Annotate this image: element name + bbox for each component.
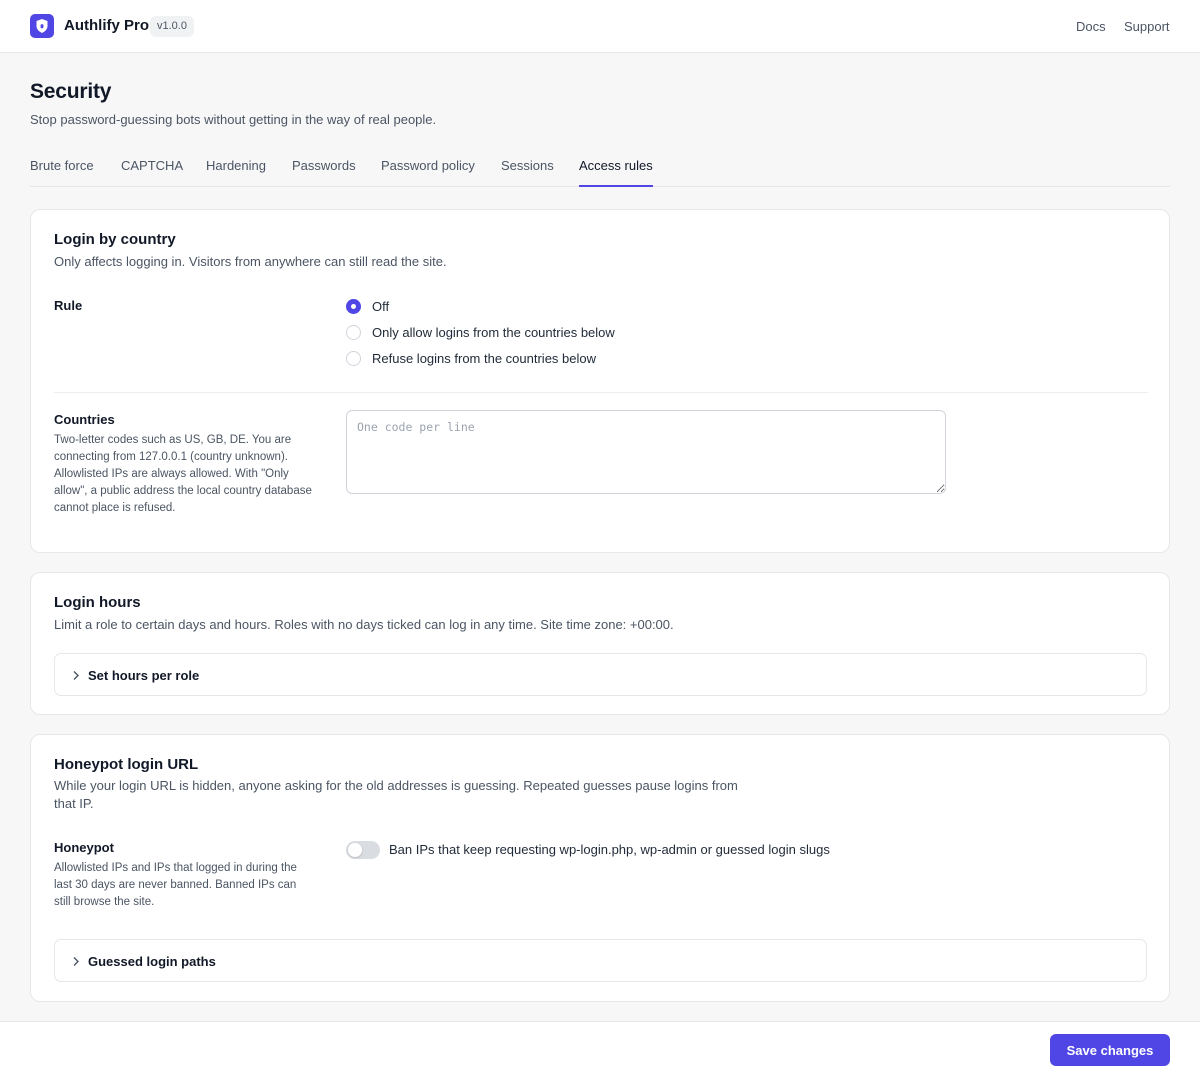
radio-button[interactable] [346, 325, 361, 340]
toggle-knob [348, 843, 362, 857]
top-bar: Authlify Pro v1.0.0 Docs Support [0, 0, 1200, 53]
tab-bar: Brute force CAPTCHA Hardening Passwords … [30, 148, 1170, 187]
login-by-country-card: Login by country Only affects logging in… [30, 209, 1170, 553]
chevron-right-icon [72, 954, 80, 972]
tab-captcha[interactable]: CAPTCHA [121, 158, 183, 187]
shield-icon [30, 14, 54, 38]
page-title: Security [30, 80, 112, 103]
app-name: Authlify Pro [64, 17, 149, 34]
countries-label: Countries [54, 412, 115, 427]
disclosure-label: Set hours per role [88, 668, 200, 683]
tab-password-policy[interactable]: Password policy [381, 158, 475, 187]
divider [54, 392, 1148, 393]
honeypot-label: Honeypot [54, 840, 114, 855]
card-title: Login hours [54, 594, 141, 611]
radio-button[interactable] [346, 299, 361, 314]
rule-label: Rule [54, 298, 83, 313]
card-description: Only affects logging in. Visitors from a… [54, 254, 447, 269]
login-hours-card: Login hours Limit a role to certain days… [30, 572, 1170, 715]
card-title: Login by country [54, 231, 176, 248]
version-badge: v1.0.0 [150, 16, 194, 37]
tab-access-rules[interactable]: Access rules [579, 158, 653, 187]
radio-label: Off [372, 299, 390, 314]
countries-input[interactable] [346, 410, 946, 494]
tab-hardening[interactable]: Hardening [206, 158, 266, 187]
honeypot-card: Honeypot login URL While your login URL … [30, 734, 1170, 1002]
tab-brute-force[interactable]: Brute force [30, 158, 94, 187]
radio-label: Only allow logins from the countries bel… [372, 325, 615, 340]
save-changes-button[interactable]: Save changes [1050, 1034, 1170, 1066]
tab-passwords[interactable]: Passwords [292, 158, 356, 187]
honeypot-toggle-label: Ban IPs that keep requesting wp-login.ph… [389, 842, 830, 857]
guessed-login-paths-disclosure[interactable]: Guessed login paths [54, 939, 1147, 982]
disclosure-label: Guessed login paths [88, 954, 216, 969]
footer-bar: Save changes [0, 1021, 1200, 1076]
page-subtitle: Stop password-guessing bots without gett… [30, 112, 437, 127]
countries-help: Two-letter codes such as US, GB, DE. You… [54, 434, 312, 514]
tab-sessions[interactable]: Sessions [501, 158, 554, 187]
docs-link[interactable]: Docs [1076, 19, 1106, 34]
set-hours-per-role-disclosure[interactable]: Set hours per role [54, 653, 1147, 696]
chevron-right-icon [72, 668, 80, 686]
support-link[interactable]: Support [1124, 19, 1170, 34]
card-description: Limit a role to certain days and hours. … [54, 617, 674, 632]
card-description: While your login URL is hidden, anyone a… [54, 778, 738, 811]
radio-button[interactable] [346, 351, 361, 366]
radio-label: Refuse logins from the countries below [372, 351, 597, 366]
honeypot-toggle[interactable] [346, 841, 380, 859]
card-title: Honeypot login URL [54, 756, 199, 773]
honeypot-help: Allowlisted IPs and IPs that logged in d… [54, 862, 297, 908]
